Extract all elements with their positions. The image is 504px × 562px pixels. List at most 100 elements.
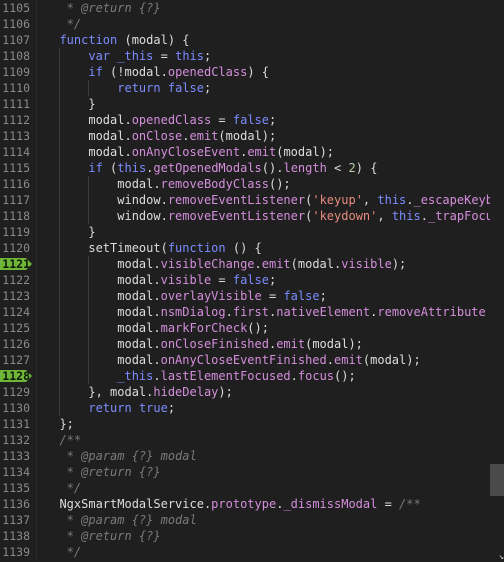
line-number[interactable]: 1136 — [0, 496, 30, 512]
code-line[interactable]: 1105 * @return {?} — [0, 0, 504, 16]
line-number[interactable]: 1128 — [0, 368, 30, 384]
code-text[interactable]: function (modal) { — [45, 32, 189, 48]
code-line[interactable]: 1107 function (modal) { — [0, 32, 504, 48]
line-number[interactable]: 1115 — [0, 160, 30, 176]
line-number[interactable]: 1131 — [0, 416, 30, 432]
code-line[interactable]: 1115 if (this.getOpenedModals().length <… — [0, 160, 504, 176]
code-line[interactable]: 1109 if (!modal.openedClass) { — [0, 64, 504, 80]
line-number[interactable]: 1138 — [0, 528, 30, 544]
code-text[interactable]: if (!modal.openedClass) { — [45, 64, 269, 80]
code-text[interactable]: */ — [45, 16, 81, 32]
code-text[interactable]: } — [45, 224, 95, 240]
code-line[interactable]: 1132 /** — [0, 432, 504, 448]
code-line[interactable]: 1134 * @return {?} — [0, 464, 504, 480]
line-number[interactable]: 1125 — [0, 320, 30, 336]
code-line[interactable]: 1111 } — [0, 96, 504, 112]
line-number[interactable]: 1134 — [0, 464, 30, 480]
code-text[interactable]: modal.onClose.emit(modal); — [45, 128, 276, 144]
line-number[interactable]: 1109 — [0, 64, 30, 80]
code-text[interactable]: modal.openedClass = false; — [45, 112, 276, 128]
code-line[interactable]: 1128 _this.lastElementFocused.focus(); — [0, 368, 504, 384]
code-text[interactable]: * @return {?} — [45, 528, 161, 544]
line-number[interactable]: 1120 — [0, 240, 30, 256]
code-text[interactable]: if (this.getOpenedModals().length < 2) { — [45, 160, 377, 176]
line-number[interactable]: 1110 — [0, 80, 30, 96]
code-text[interactable]: return false; — [45, 80, 211, 96]
code-text[interactable]: window.removeEventListener('keydown', th… — [45, 208, 493, 224]
line-number[interactable]: 1119 — [0, 224, 30, 240]
line-number[interactable]: 1127 — [0, 352, 30, 368]
line-number[interactable]: 1114 — [0, 144, 30, 160]
line-number[interactable]: 1105 — [0, 0, 30, 16]
code-line[interactable]: 1112 modal.openedClass = false; — [0, 112, 504, 128]
code-line[interactable]: 1125 modal.markForCheck(); — [0, 320, 504, 336]
code-line[interactable]: 1126 modal.onCloseFinished.emit(modal); — [0, 336, 504, 352]
code-line[interactable]: 1110 return false; — [0, 80, 504, 96]
resize-grip-icon[interactable]: ↘ — [492, 553, 504, 562]
code-text[interactable]: } — [45, 96, 95, 112]
code-text[interactable]: modal.visible = false; — [45, 272, 276, 288]
code-line[interactable]: 1117 window.removeEventListener('keyup',… — [0, 192, 504, 208]
line-number[interactable]: 1117 — [0, 192, 30, 208]
code-line[interactable]: 1118 window.removeEventListener('keydown… — [0, 208, 504, 224]
line-number[interactable]: 1132 — [0, 432, 30, 448]
line-number[interactable]: 1123 — [0, 288, 30, 304]
code-line[interactable]: 1136 NgxSmartModalService.prototype._dis… — [0, 496, 504, 512]
code-editor[interactable]: 1105 * @return {?} 1106 */1107 function (… — [0, 0, 504, 562]
code-line[interactable]: 1129 }, modal.hideDelay); — [0, 384, 504, 400]
line-number[interactable]: 1139 — [0, 544, 30, 560]
code-text[interactable]: * @return {?} — [45, 464, 161, 480]
code-line[interactable]: 1127 modal.onAnyCloseEventFinished.emit(… — [0, 352, 504, 368]
code-line[interactable]: 1121 modal.visibleChange.emit(modal.visi… — [0, 256, 504, 272]
line-number[interactable]: 1124 — [0, 304, 30, 320]
line-number[interactable]: 1111 — [0, 96, 30, 112]
code-text[interactable]: */ — [45, 480, 81, 496]
code-line[interactable]: 1116 modal.removeBodyClass(); — [0, 176, 504, 192]
line-number[interactable]: 1108 — [0, 48, 30, 64]
vertical-scrollbar[interactable] — [490, 0, 504, 561]
code-text[interactable]: * @param {?} modal — [45, 448, 197, 464]
code-text[interactable]: _this.lastElementFocused.focus(); — [45, 368, 355, 384]
code-text[interactable]: NgxSmartModalService.prototype._dismissM… — [45, 496, 420, 512]
code-line[interactable]: 1106 */ — [0, 16, 504, 32]
code-text[interactable]: modal.nsmDialog.first.nativeElement.remo… — [45, 304, 486, 320]
code-line[interactable]: 1119 } — [0, 224, 504, 240]
code-line[interactable]: 1135 */ — [0, 480, 504, 496]
code-line[interactable]: 1122 modal.visible = false; — [0, 272, 504, 288]
code-text[interactable]: window.removeEventListener('keyup', this… — [45, 192, 493, 208]
code-text[interactable]: var _this = this; — [45, 48, 211, 64]
code-text[interactable]: modal.markForCheck(); — [45, 320, 269, 336]
code-text[interactable]: modal.removeBodyClass(); — [45, 176, 290, 192]
code-text[interactable]: return true; — [45, 400, 175, 416]
code-text[interactable]: * @param {?} modal — [45, 512, 197, 528]
code-text[interactable]: modal.onAnyCloseEvent.emit(modal); — [45, 144, 334, 160]
code-text[interactable]: */ — [45, 544, 81, 560]
code-text[interactable]: setTimeout(function () { — [45, 240, 261, 256]
code-text[interactable]: modal.onAnyCloseEventFinished.emit(modal… — [45, 352, 420, 368]
line-number[interactable]: 1116 — [0, 176, 30, 192]
code-text[interactable]: }, modal.hideDelay); — [45, 384, 233, 400]
code-text[interactable]: modal.onCloseFinished.emit(modal); — [45, 336, 363, 352]
line-number[interactable]: 1129 — [0, 384, 30, 400]
code-line[interactable]: 1133 * @param {?} modal — [0, 448, 504, 464]
code-line[interactable]: 1131 }; — [0, 416, 504, 432]
code-text[interactable]: modal.overlayVisible = false; — [45, 288, 327, 304]
code-line[interactable]: 1130 return true; — [0, 400, 504, 416]
code-text[interactable]: /** — [45, 432, 81, 448]
line-number[interactable]: 1130 — [0, 400, 30, 416]
code-line[interactable]: 1113 modal.onClose.emit(modal); — [0, 128, 504, 144]
line-number[interactable]: 1112 — [0, 112, 30, 128]
code-line[interactable]: 1120 setTimeout(function () { — [0, 240, 504, 256]
line-number[interactable]: 1122 — [0, 272, 30, 288]
line-number[interactable]: 1133 — [0, 448, 30, 464]
code-line[interactable]: 1108 var _this = this; — [0, 48, 504, 64]
code-line[interactable]: 1139 */ — [0, 544, 504, 560]
code-line[interactable]: 1137 * @param {?} modal — [0, 512, 504, 528]
line-number[interactable]: 1113 — [0, 128, 30, 144]
code-line[interactable]: 1114 modal.onAnyCloseEvent.emit(modal); — [0, 144, 504, 160]
scrollbar-thumb[interactable] — [490, 464, 504, 496]
code-text[interactable]: }; — [45, 416, 73, 432]
line-number[interactable]: 1106 — [0, 16, 30, 32]
code-line[interactable]: 1123 modal.overlayVisible = false; — [0, 288, 504, 304]
line-number[interactable]: 1121 — [0, 256, 30, 272]
